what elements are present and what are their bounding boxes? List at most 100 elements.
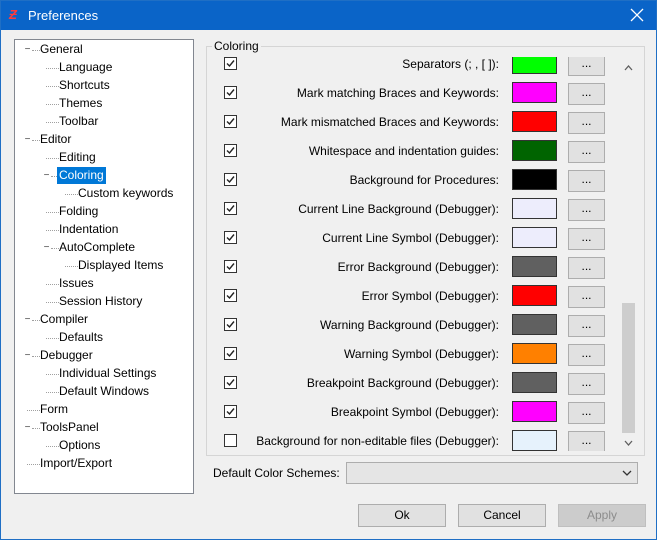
preferences-tree[interactable]: − General Language Shortcuts Themes Toolbar − E… — [14, 39, 194, 494]
tree-item-displayed-items[interactable]: Displayed Items — [76, 257, 165, 274]
color-setting-label: Background for Procedures: — [349, 173, 499, 187]
color-swatch[interactable] — [512, 82, 557, 103]
choose-color-button[interactable]: ... — [568, 83, 605, 105]
tree-item-editor[interactable]: Editor — [38, 131, 73, 148]
tree-item-defaults[interactable]: Defaults — [57, 329, 105, 346]
choose-color-button[interactable]: ... — [568, 112, 605, 134]
choose-color-button[interactable]: ... — [568, 344, 605, 366]
tree-item-issues[interactable]: Issues — [57, 275, 96, 292]
color-setting-row: Warning Background (Debugger):... — [213, 311, 637, 340]
ok-button[interactable]: Ok — [358, 504, 446, 527]
color-swatch[interactable] — [512, 372, 557, 393]
enable-checkbox[interactable] — [224, 144, 237, 157]
choose-color-button[interactable]: ... — [568, 141, 605, 163]
color-swatch[interactable] — [512, 401, 557, 422]
checkmark-icon — [226, 118, 235, 126]
tree-item-options[interactable]: Options — [57, 437, 102, 454]
choose-color-button[interactable]: ... — [568, 431, 605, 451]
tree-item-import-export[interactable]: Import/Export — [38, 455, 114, 472]
choose-color-button[interactable]: ... — [568, 286, 605, 308]
enable-checkbox[interactable] — [224, 289, 237, 302]
tree-item-coloring[interactable]: Coloring — [57, 167, 106, 184]
color-setting-row: Current Line Symbol (Debugger):... — [213, 224, 637, 253]
color-swatch[interactable] — [512, 314, 557, 335]
tree-item-custom-keywords[interactable]: Custom keywords — [76, 185, 175, 202]
color-setting-row: Separators (; , [ ]):... — [213, 57, 637, 79]
tree-item-form[interactable]: Form — [38, 401, 70, 418]
tree-item-default-windows[interactable]: Default Windows — [57, 383, 151, 400]
tree-item-indentation[interactable]: Indentation — [57, 221, 120, 238]
tree-item-compiler[interactable]: Compiler — [38, 311, 90, 328]
choose-color-button[interactable]: ... — [568, 199, 605, 221]
checkmark-icon — [226, 292, 235, 300]
scroll-down-icon[interactable] — [620, 434, 637, 451]
tree-item-debugger[interactable]: Debugger — [38, 347, 95, 364]
color-setting-row: Breakpoint Symbol (Debugger):... — [213, 398, 637, 427]
tree-expander-icon[interactable]: − — [23, 351, 32, 361]
color-setting-label: Current Line Symbol (Debugger): — [322, 231, 499, 245]
color-swatch[interactable] — [512, 430, 557, 451]
close-button[interactable] — [624, 3, 650, 27]
enable-checkbox[interactable] — [224, 347, 237, 360]
tree-item-toolbar[interactable]: Toolbar — [57, 113, 100, 130]
tree-expander-icon[interactable]: − — [23, 315, 32, 325]
checkmark-icon — [226, 350, 235, 358]
color-swatch[interactable] — [512, 343, 557, 364]
color-swatch[interactable] — [512, 169, 557, 190]
tree-item-themes[interactable]: Themes — [57, 95, 104, 112]
color-setting-label: Separators (; , [ ]): — [402, 57, 499, 71]
choose-color-button[interactable]: ... — [568, 315, 605, 337]
apply-button[interactable]: Apply — [558, 504, 646, 527]
tree-expander-icon[interactable]: − — [23, 45, 32, 55]
color-setting-row: Error Symbol (Debugger):... — [213, 282, 637, 311]
choose-color-button[interactable]: ... — [568, 373, 605, 395]
choose-color-button[interactable]: ... — [568, 57, 605, 76]
color-swatch[interactable] — [512, 57, 557, 74]
tree-expander-icon[interactable]: − — [42, 171, 51, 181]
enable-checkbox[interactable] — [224, 202, 237, 215]
tree-item-individual-settings[interactable]: Individual Settings — [57, 365, 158, 382]
color-swatch[interactable] — [512, 111, 557, 132]
tree-item-editing[interactable]: Editing — [57, 149, 98, 166]
tree-item-general[interactable]: General — [38, 41, 85, 58]
choose-color-button[interactable]: ... — [568, 402, 605, 424]
tree-expander-icon[interactable]: − — [23, 135, 32, 145]
color-swatch[interactable] — [512, 285, 557, 306]
tree-item-session-history[interactable]: Session History — [57, 293, 144, 310]
enable-checkbox[interactable] — [224, 434, 237, 447]
enable-checkbox[interactable] — [224, 376, 237, 389]
title-bar: Ƶ Preferences — [1, 1, 656, 30]
color-setting-label: Current Line Background (Debugger): — [298, 202, 499, 216]
choose-color-button[interactable]: ... — [568, 228, 605, 250]
color-swatch[interactable] — [512, 256, 557, 277]
enable-checkbox[interactable] — [224, 173, 237, 186]
color-setting-row: Background for non-editable files (Debug… — [213, 427, 637, 451]
tree-expander-icon[interactable]: − — [23, 423, 32, 433]
tree-item-shortcuts[interactable]: Shortcuts — [57, 77, 112, 94]
enable-checkbox[interactable] — [224, 318, 237, 331]
choose-color-button[interactable]: ... — [568, 170, 605, 192]
tree-item-folding[interactable]: Folding — [57, 203, 100, 220]
coloring-scrollbar[interactable] — [620, 57, 637, 451]
tree-item-toolspanel[interactable]: ToolsPanel — [38, 419, 101, 436]
enable-checkbox[interactable] — [224, 86, 237, 99]
tree-expander-icon[interactable]: − — [42, 243, 51, 253]
scroll-up-icon[interactable] — [620, 59, 637, 76]
color-swatch[interactable] — [512, 198, 557, 219]
color-schemes-dropdown[interactable] — [346, 462, 638, 484]
color-setting-row: Warning Symbol (Debugger):... — [213, 340, 637, 369]
enable-checkbox[interactable] — [224, 260, 237, 273]
close-icon — [630, 8, 644, 22]
tree-item-language[interactable]: Language — [57, 59, 114, 76]
choose-color-button[interactable]: ... — [568, 257, 605, 279]
color-setting-label: Mark mismatched Braces and Keywords: — [280, 115, 499, 129]
cancel-button[interactable]: Cancel — [458, 504, 546, 527]
scroll-thumb[interactable] — [622, 303, 635, 433]
enable-checkbox[interactable] — [224, 405, 237, 418]
enable-checkbox[interactable] — [224, 115, 237, 128]
color-swatch[interactable] — [512, 227, 557, 248]
tree-item-autocomplete[interactable]: AutoComplete — [57, 239, 137, 256]
enable-checkbox[interactable] — [224, 231, 237, 244]
enable-checkbox[interactable] — [224, 57, 237, 70]
color-swatch[interactable] — [512, 140, 557, 161]
